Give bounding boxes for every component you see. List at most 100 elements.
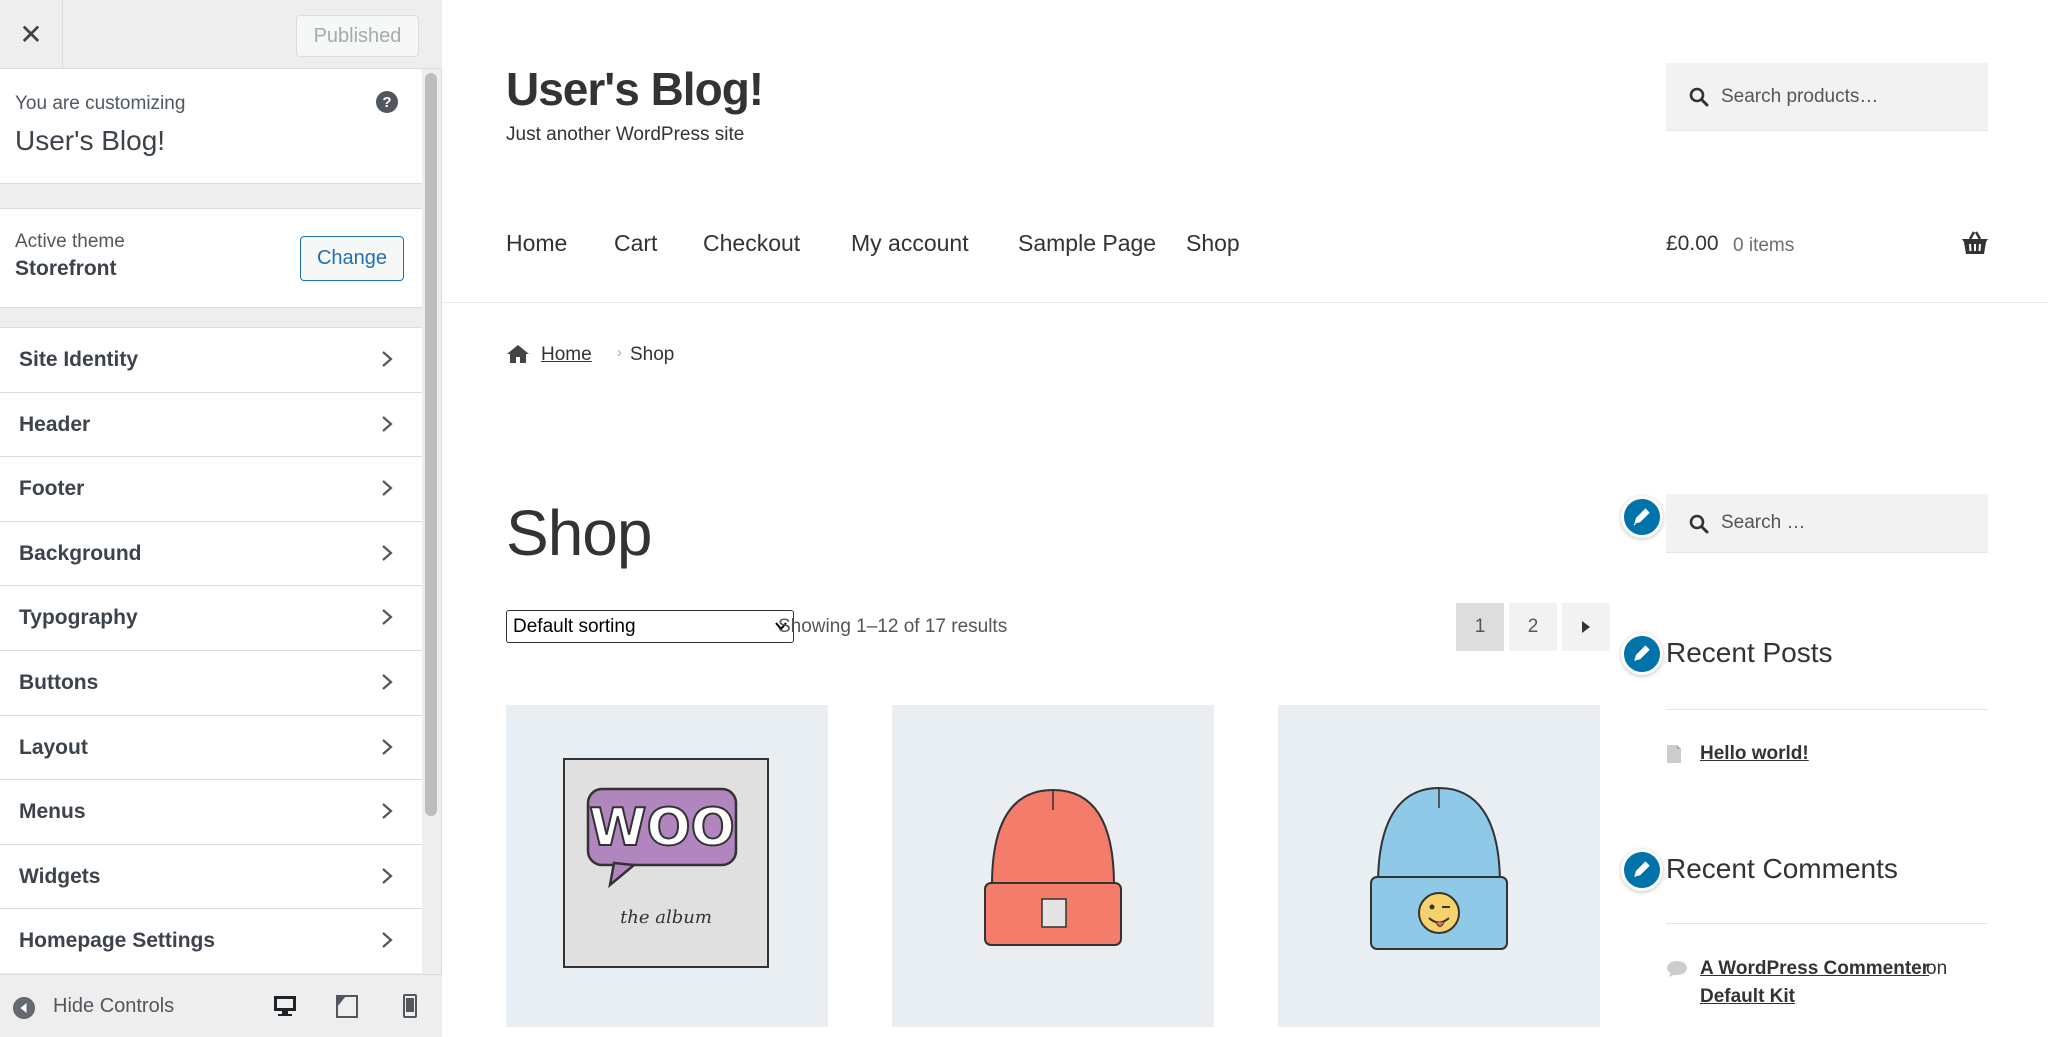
woo-album-caption: the album [620,907,712,928]
chevron-right-icon [382,932,393,949]
product-woo-album[interactable]: WOO the album [506,705,828,1027]
close-icon[interactable]: ✕ [0,0,63,69]
product-red-beanie[interactable] [892,705,1214,1027]
section-background[interactable]: Background [0,520,422,586]
widget-divider [1666,709,1988,710]
comment-post-link[interactable]: Default Kit [1700,986,1795,1008]
active-theme-name: Storefront [15,257,117,280]
page-1-button[interactable]: 1 [1456,603,1504,651]
site-preview: User's Blog! Just another WordPress site… [443,0,2048,1037]
comment-on-text: on [1926,958,1948,979]
edit-shortcut-icon[interactable] [1621,633,1663,675]
chevron-right-icon [382,544,393,561]
nav-my-account[interactable]: My account [851,230,969,257]
header-divider [443,302,2048,303]
nav-cart[interactable]: Cart [614,230,657,257]
change-theme-button[interactable]: Change [300,236,404,281]
section-header[interactable]: Header [0,391,422,457]
section-widgets[interactable]: Widgets [0,843,422,909]
search-icon [1689,514,1709,534]
customizer-panel: ✕ Published You are customizing User's B… [0,0,442,1037]
help-icon[interactable]: ? [376,91,398,113]
breadcrumb-home-link[interactable]: Home [541,344,592,366]
site-title[interactable]: User's Blog! [506,62,764,116]
nav-sample-page[interactable]: Sample Page [1018,230,1156,257]
section-menus[interactable]: Menus [0,779,422,844]
customizer-header: ✕ Published [0,0,442,69]
comment-author-link[interactable]: A WordPress Commenter [1700,958,1929,980]
section-layout[interactable]: Layout [0,714,422,780]
section-footer[interactable]: Footer [0,456,422,521]
mobile-preview-icon[interactable] [397,993,423,1019]
result-count: Showing 1–12 of 17 results [778,616,1008,637]
recent-comments-title: Recent Comments [1666,853,1898,884]
section-label: Menus [19,800,86,824]
recent-post-link[interactable]: Hello world! [1700,743,1809,765]
section-homepage-settings[interactable]: Homepage Settings [0,908,422,973]
customizer-footer: Hide Controls [0,974,442,1037]
section-label: Site Identity [19,348,139,371]
section-buttons[interactable]: Buttons [0,649,422,715]
section-label: Widgets [19,864,101,888]
tablet-preview-icon[interactable] [334,993,360,1019]
section-label: Homepage Settings [19,929,216,953]
section-label: Layout [19,735,88,759]
widget-search-placeholder: Search … [1721,512,1806,533]
basket-icon[interactable] [1961,230,1989,256]
customizer-controls: You are customizing User's Blog! ? Activ… [0,69,422,974]
chevron-right-icon [382,609,393,626]
section-label: Footer [19,477,85,501]
collapse-arrow-icon[interactable] [13,997,35,1019]
section-site-identity[interactable]: Site Identity [0,327,422,392]
customizing-label: You are customizing [15,93,186,114]
edit-shortcut-icon[interactable] [1621,849,1663,891]
woo-album-image: WOO the album [563,758,769,968]
edit-shortcut-icon[interactable] [1621,496,1663,538]
cart-item-count[interactable]: 0 items [1733,235,1794,257]
red-beanie-image [984,788,1122,946]
breadcrumb-separator-icon: › [617,344,622,361]
chevron-right-icon [382,803,393,819]
comment-icon [1667,961,1687,977]
published-button[interactable]: Published [296,15,419,57]
section-label: Buttons [19,670,99,694]
customizer-sections: Site Identity Header Footer Background T… [0,327,422,973]
chevron-right-icon [382,738,393,755]
page-title: Shop [506,497,652,569]
breadcrumb-current: Shop [630,344,675,365]
nav-shop[interactable]: Shop [1186,230,1240,257]
section-label: Header [19,412,91,436]
customizer-scrollbar[interactable] [425,73,437,816]
chevron-right-icon [382,415,393,432]
sorting-selected-value: Default sorting [513,615,636,637]
product-blue-beanie[interactable] [1278,705,1600,1027]
active-theme-label: Active theme [15,231,125,252]
caret-right-icon [1582,621,1590,633]
section-label: Background [19,541,142,565]
section-label: Typography [19,606,138,630]
site-tagline: Just another WordPress site [506,124,745,145]
search-icon [1689,87,1709,107]
chevron-right-icon [382,351,393,367]
blue-beanie-image [1370,786,1508,950]
desktop-preview-icon[interactable] [272,993,298,1019]
widget-divider [1666,923,1988,924]
document-icon [1667,745,1681,763]
product-search-field[interactable]: Search products… [1666,63,1988,131]
sorting-select[interactable]: Default sorting [506,610,794,643]
nav-checkout[interactable]: Checkout [703,230,800,257]
chevron-right-icon [382,674,393,690]
hide-controls-button[interactable]: Hide Controls [53,995,174,1018]
chevron-right-icon [382,480,393,497]
next-page-button[interactable] [1562,603,1610,651]
customizing-site-name: User's Blog! [15,125,166,156]
page-2-button[interactable]: 2 [1509,603,1557,651]
chevron-right-icon [382,867,393,884]
nav-home[interactable]: Home [506,230,567,257]
active-theme-panel: Active theme Storefront Change [0,208,422,308]
widget-search-field[interactable]: Search … [1666,494,1988,553]
woo-album-art-text: WOO [589,798,735,858]
section-typography[interactable]: Typography [0,585,422,650]
cart-total[interactable]: £0.00 [1666,232,1719,256]
customizing-info: You are customizing User's Blog! ? [0,69,422,184]
